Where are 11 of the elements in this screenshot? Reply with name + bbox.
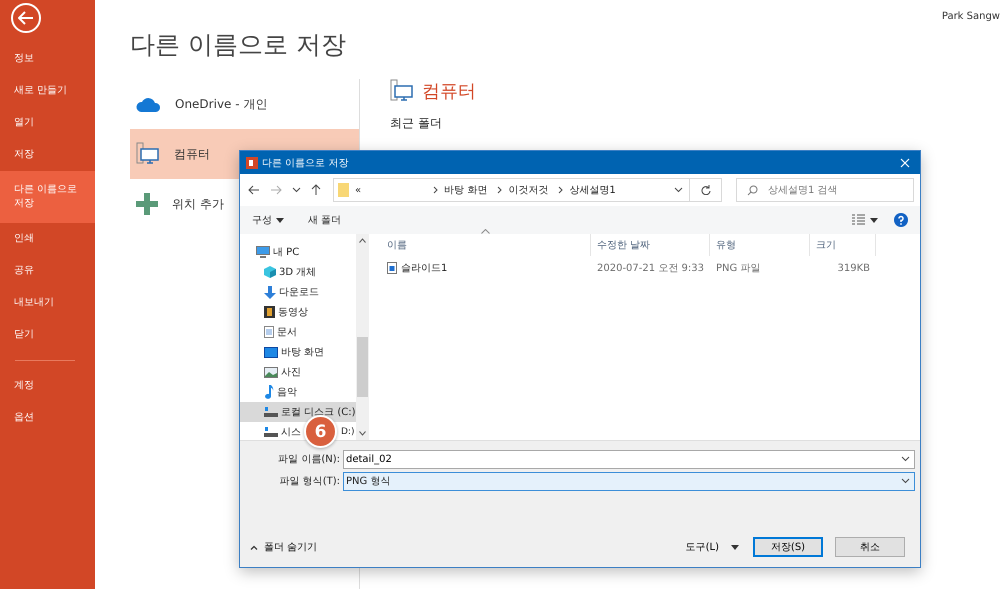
file-size: 319KB xyxy=(836,262,871,274)
field-label: 파일 형식(T): xyxy=(278,475,341,488)
file-type: PNG 파일 xyxy=(715,262,762,275)
dialog-title: 다른 이름으로 저장 xyxy=(262,156,348,170)
section-label: 최근 폴더 xyxy=(390,115,443,132)
section-title: 컴퓨터 xyxy=(422,80,476,103)
file-date: 2020-07-21 오전 9:33 xyxy=(596,262,705,275)
user-name: Park Sangw xyxy=(942,11,1000,22)
page-title: 다른 이름으로 저장 xyxy=(130,29,347,61)
field-label: 파일 이름(N): xyxy=(277,453,341,466)
file-name: 슬라이드1 xyxy=(401,262,448,275)
